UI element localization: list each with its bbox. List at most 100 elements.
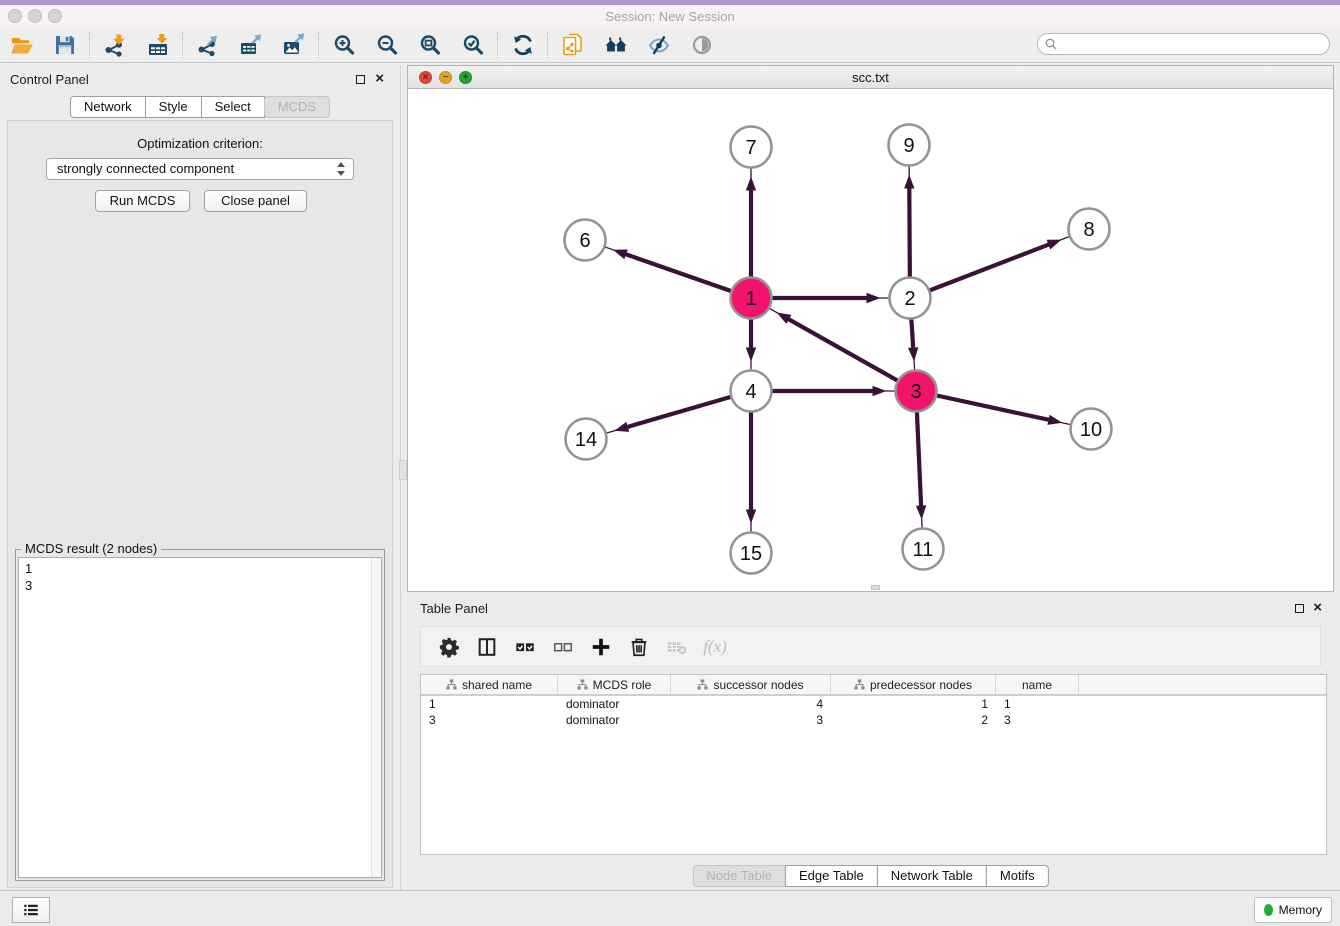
network-window-titlebar[interactable]: scc.txt: [408, 66, 1333, 89]
run-mcds-button[interactable]: Run MCDS: [95, 190, 190, 212]
column-label: name: [1022, 678, 1052, 692]
toolbar-separator: [547, 32, 549, 58]
table-panel-title: Table Panel: [420, 601, 488, 616]
result-scrollbar[interactable]: [371, 558, 381, 877]
tab-edge-table[interactable]: Edge Table: [785, 865, 878, 887]
control-panel-close-icon[interactable]: [375, 73, 384, 85]
column-label: predecessor nodes: [870, 678, 972, 692]
save-session-icon[interactable]: [52, 32, 78, 58]
cell-mcds_role: dominator: [558, 712, 671, 728]
list-icon: [22, 901, 40, 919]
search-box[interactable]: [1037, 33, 1330, 55]
control-panel: Control Panel NetworkStyleSelectMCDS Opt…: [0, 65, 401, 890]
select-all-icon[interactable]: [513, 635, 537, 659]
panel-splitter-grip[interactable]: [399, 460, 407, 480]
memory-status-icon: [1264, 904, 1273, 916]
criterion-select[interactable]: strongly connected component: [46, 158, 354, 180]
control-panel-header: Control Panel: [0, 65, 400, 95]
export-table-icon[interactable]: [238, 32, 264, 58]
network-canvas[interactable]: 7968124314101511: [408, 89, 1333, 591]
graph-node-label: 6: [579, 230, 590, 252]
gear-icon[interactable]: [437, 635, 461, 659]
edge-arrowhead: [1047, 415, 1062, 425]
hide-selected-icon[interactable]: [646, 32, 672, 58]
tab-node-table[interactable]: Node Table: [692, 865, 786, 887]
memory-button-label: Memory: [1279, 903, 1322, 917]
toolbar-separator: [89, 32, 91, 58]
control-panel-float-icon[interactable]: [356, 75, 365, 84]
tab-network[interactable]: Network: [70, 96, 146, 118]
network-window: scc.txt 7968124314101511: [407, 65, 1334, 592]
mcds-result-group: MCDS result (2 nodes) 1 3: [15, 549, 385, 881]
table-panel-float-icon[interactable]: [1295, 604, 1304, 613]
table-panel-close-icon[interactable]: [1313, 602, 1322, 614]
main-toolbar: [0, 28, 1340, 63]
table-row[interactable]: 1dominator411: [421, 696, 1326, 712]
edge-arrowhead: [746, 177, 756, 191]
column-header-successor_nodes[interactable]: successor nodes: [671, 675, 831, 694]
graph-node-label: 8: [1083, 219, 1094, 241]
graph-node-label: 1: [745, 288, 756, 310]
cell-successor_nodes: 3: [671, 712, 831, 728]
tree-icon: [446, 679, 457, 690]
mcds-result-text: 1 3: [25, 560, 32, 594]
edge-arrowhead: [904, 174, 914, 188]
tree-icon: [697, 679, 708, 690]
open-file-icon[interactable]: [9, 32, 35, 58]
zoom-in-icon[interactable]: [331, 32, 357, 58]
cell-shared_name: 3: [421, 712, 558, 728]
column-header-predecessor_nodes[interactable]: predecessor nodes: [831, 675, 996, 694]
search-input[interactable]: [1059, 34, 1329, 54]
columns-icon[interactable]: [475, 635, 499, 659]
import-network-icon[interactable]: [102, 32, 128, 58]
graph-node-label: 7: [745, 137, 756, 159]
node-table-body: 1dominator4113dominator323: [421, 696, 1326, 728]
canvas-splitter-grip[interactable]: [871, 585, 880, 590]
cell-predecessor_nodes: 1: [831, 696, 996, 712]
export-image-icon[interactable]: [281, 32, 307, 58]
column-header-mcds_role[interactable]: MCDS role: [558, 675, 671, 694]
tab-motifs[interactable]: Motifs: [986, 865, 1049, 887]
column-header-name[interactable]: name: [996, 675, 1079, 694]
memory-button[interactable]: Memory: [1254, 897, 1332, 923]
column-label: successor nodes: [713, 678, 803, 692]
window-titlebar: Session: New Session: [0, 5, 1340, 29]
graph-edge[interactable]: [910, 244, 1049, 298]
new-network-from-selection-icon[interactable]: [560, 32, 586, 58]
cell-name: 3: [996, 712, 1079, 728]
deselect-all-icon[interactable]: [551, 635, 575, 659]
table-panel: Table Panel f(x) shared nameMCDS rolesuc…: [407, 595, 1334, 890]
tab-network-table[interactable]: Network Table: [877, 865, 987, 887]
zoom-out-icon[interactable]: [374, 32, 400, 58]
export-network-icon[interactable]: [195, 32, 221, 58]
tab-select[interactable]: Select: [201, 96, 265, 118]
table-tabs: Node TableEdge TableNetwork TableMotifs: [692, 865, 1048, 887]
tab-mcds[interactable]: MCDS: [264, 96, 330, 118]
table-row[interactable]: 3dominator323: [421, 712, 1326, 728]
graph-node-label: 2: [904, 288, 915, 310]
tab-style[interactable]: Style: [145, 96, 202, 118]
first-neighbors-icon[interactable]: [603, 32, 629, 58]
refresh-layout-icon[interactable]: [510, 32, 536, 58]
graph-node-label: 14: [575, 429, 597, 451]
task-history-button[interactable]: [12, 897, 50, 923]
edge-arrowhead: [746, 510, 756, 524]
graph-edge[interactable]: [788, 319, 916, 391]
zoom-selected-icon[interactable]: [460, 32, 486, 58]
edge-arrowhead: [916, 505, 926, 519]
show-all-icon[interactable]: [689, 32, 715, 58]
status-bar: Memory: [0, 890, 1340, 926]
close-panel-button[interactable]: Close panel: [204, 190, 307, 212]
delete-column-icon[interactable]: [627, 635, 651, 659]
graph-node-label: 3: [910, 381, 921, 403]
column-label: MCDS role: [593, 678, 652, 692]
edge-arrowhead: [613, 249, 628, 259]
column-header-shared_name[interactable]: shared name: [421, 675, 558, 694]
import-table-icon[interactable]: [145, 32, 171, 58]
edge-arrowhead: [908, 347, 918, 361]
cell-shared_name: 1: [421, 696, 558, 712]
zoom-fit-icon[interactable]: [417, 32, 443, 58]
optimization-criterion-label: Optimization criterion:: [8, 136, 392, 151]
cell-name: 1: [996, 696, 1079, 712]
add-column-icon[interactable]: [589, 635, 613, 659]
